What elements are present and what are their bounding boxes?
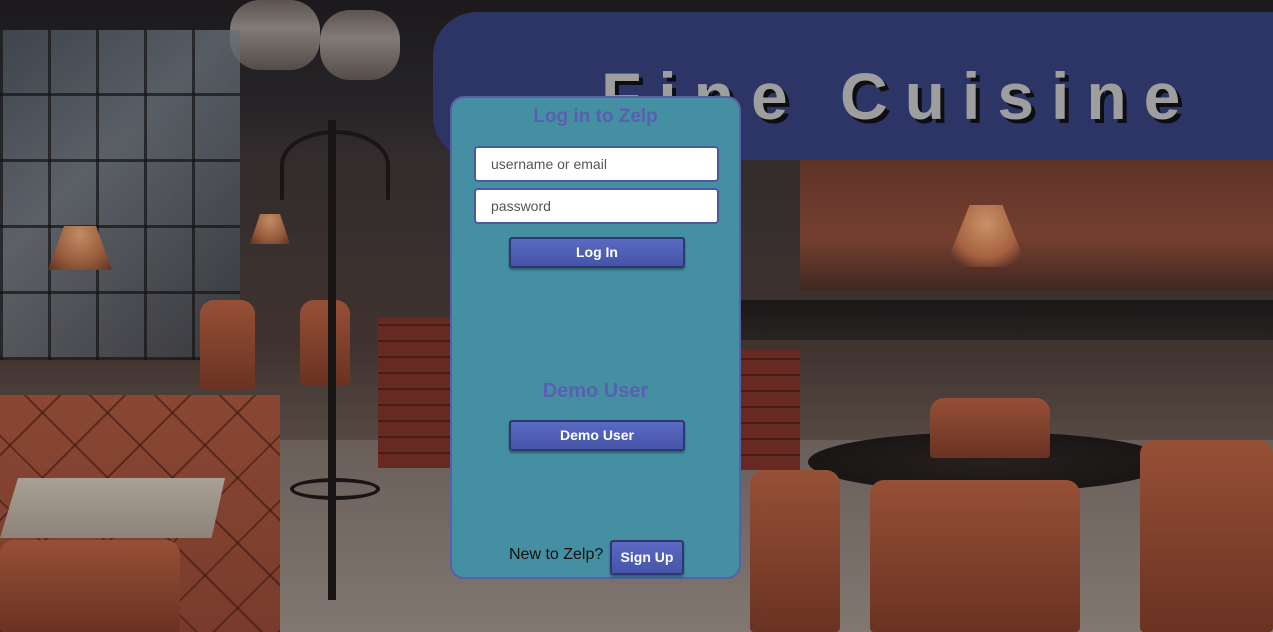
demo-user-button[interactable]: Demo User <box>509 420 685 451</box>
signup-prompt: New to Zelp? <box>509 546 604 563</box>
login-title: Log in to Zelp <box>533 106 658 127</box>
username-input[interactable] <box>474 146 719 182</box>
password-input[interactable] <box>474 188 719 224</box>
login-panel: Log in to Zelp Log In Demo User Demo Use… <box>450 96 741 579</box>
signup-button[interactable]: Sign Up <box>610 540 684 575</box>
login-button[interactable]: Log In <box>509 237 685 268</box>
demo-user-heading: Demo User <box>542 380 649 402</box>
